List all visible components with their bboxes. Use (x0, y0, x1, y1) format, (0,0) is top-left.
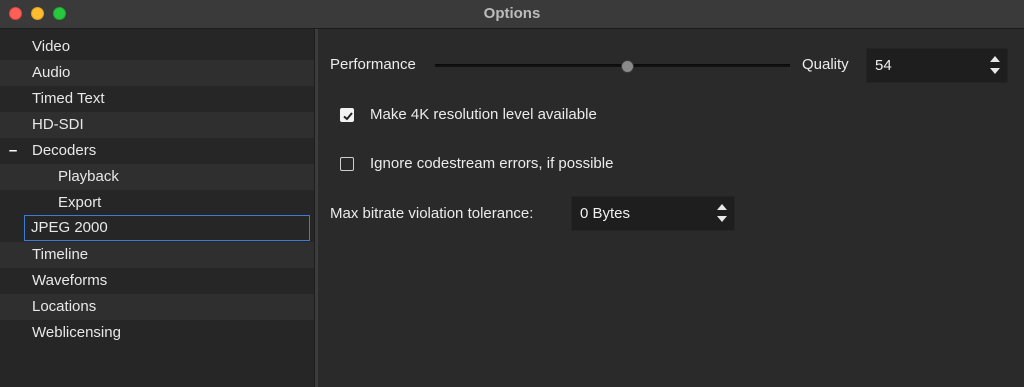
jpeg2000-settings-panel: Performance Quality 54 Make 4K resolutio… (318, 29, 1024, 387)
increment-arrow-icon[interactable] (990, 56, 1000, 62)
quality-slider[interactable] (435, 60, 790, 73)
sidebar-item-export[interactable]: Export (0, 190, 314, 216)
decrement-arrow-icon[interactable] (990, 68, 1000, 74)
sidebar: Video Audio Timed Text HD-SDI – Decoders… (0, 29, 314, 387)
title-bar: Options (0, 0, 1024, 29)
sidebar-item-waveforms[interactable]: Waveforms (0, 268, 314, 294)
checkmark-icon (343, 112, 353, 121)
bitrate-tolerance-value[interactable]: 0 Bytes (580, 205, 630, 222)
sidebar-item-audio[interactable]: Audio (0, 60, 314, 86)
sidebar-item-locations[interactable]: Locations (0, 294, 314, 320)
make-4k-checkbox[interactable] (340, 108, 354, 122)
sidebar-item-weblicensing[interactable]: Weblicensing (0, 320, 314, 346)
increment-arrow-icon[interactable] (717, 204, 727, 210)
sidebar-item-video[interactable]: Video (0, 34, 314, 60)
window-title: Options (483, 5, 541, 22)
decrement-arrow-icon[interactable] (717, 216, 727, 222)
sidebar-item-timed-text[interactable]: Timed Text (0, 86, 314, 112)
performance-label: Performance (330, 56, 416, 73)
ignore-errors-checkbox[interactable] (340, 157, 354, 171)
quality-label: Quality (802, 56, 849, 73)
sidebar-item-label: Decoders (32, 142, 97, 159)
slider-knob[interactable] (620, 60, 634, 73)
collapse-icon[interactable]: – (8, 138, 18, 164)
bitrate-tolerance-spinbox[interactable]: 0 Bytes (571, 196, 735, 231)
make-4k-label[interactable]: Make 4K resolution level available (370, 106, 597, 123)
sidebar-item-playback[interactable]: Playback (0, 164, 314, 190)
quality-value[interactable]: 54 (875, 57, 892, 74)
sidebar-item-timeline[interactable]: Timeline (0, 242, 314, 268)
sidebar-item-decoders[interactable]: – Decoders (0, 138, 314, 164)
ignore-errors-label[interactable]: Ignore codestream errors, if possible (370, 155, 613, 172)
sidebar-item-hd-sdi[interactable]: HD-SDI (0, 112, 314, 138)
bitrate-tolerance-label: Max bitrate violation tolerance: (330, 205, 534, 222)
quality-spinbox[interactable]: 54 (866, 48, 1008, 83)
sidebar-item-jpeg-2000[interactable]: JPEG 2000 (24, 215, 310, 241)
bitrate-stepper[interactable] (716, 202, 728, 226)
quality-stepper[interactable] (989, 54, 1001, 78)
